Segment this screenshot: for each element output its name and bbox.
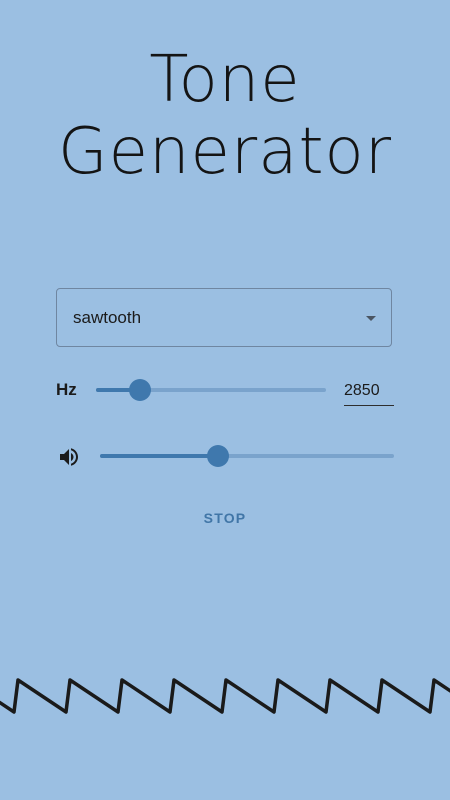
frequency-slider-thumb[interactable]	[128, 379, 151, 401]
stop-button[interactable]: STOP	[185, 500, 265, 536]
waveform-select[interactable]: sawtooth	[56, 288, 392, 347]
waveform-line	[0, 678, 450, 714]
waveform-select-value: sawtooth	[73, 308, 142, 327]
app-title-line-2: Generator	[58, 115, 392, 189]
volume-slider-thumb[interactable]	[206, 445, 229, 467]
dropdown-caret-icon	[366, 316, 376, 321]
volume-icon	[60, 448, 78, 466]
volume-slider[interactable]	[100, 445, 394, 467]
frequency-input-value: 2850	[344, 382, 380, 399]
frequency-slider[interactable]	[96, 379, 326, 401]
app-title-line-1: Tone	[149, 43, 301, 117]
sawtooth-waveform	[0, 678, 450, 714]
frequency-input[interactable]: 2850	[344, 374, 394, 406]
volume-slider-fill	[100, 454, 218, 458]
frequency-label: Hz	[56, 380, 77, 399]
